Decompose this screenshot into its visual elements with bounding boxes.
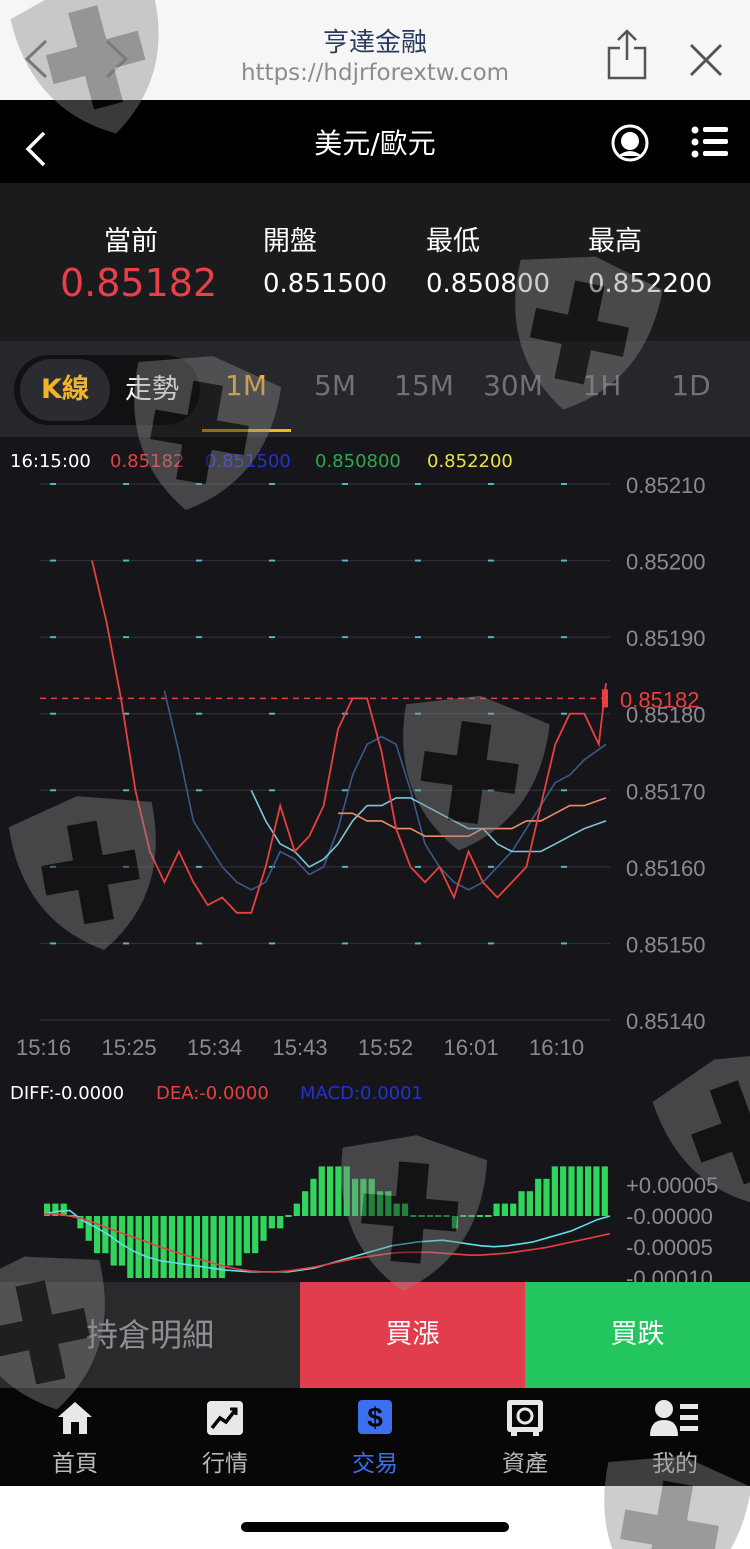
watermark-shield-icon <box>403 695 550 851</box>
watermark-shield-icon <box>652 1052 750 1207</box>
watermark-shield-icon <box>134 356 282 511</box>
watermark-shield-icon <box>604 1456 750 1549</box>
watermark-shield-icon <box>10 0 159 134</box>
watermark-shield-icon <box>515 256 663 410</box>
watermark-shield-icon <box>341 1135 488 1291</box>
watermark-shield-icon <box>0 1256 105 1410</box>
watermark-layer <box>0 0 750 1549</box>
watermark-shield-icon <box>8 796 156 951</box>
